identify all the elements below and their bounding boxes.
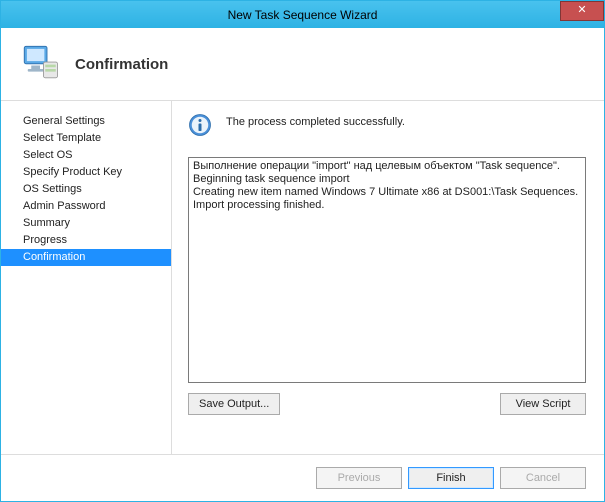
titlebar: New Task Sequence Wizard ✕ [1,0,604,28]
sidebar-item-progress[interactable]: Progress [1,232,171,249]
sidebar-item-select-os[interactable]: Select OS [1,147,171,164]
wizard-window: New Task Sequence Wizard ✕ Confirmation … [0,0,605,502]
page-title: Confirmation [75,56,168,73]
window-title: New Task Sequence Wizard [228,8,378,22]
wizard-content: The process completed successfully. Выпо… [171,101,604,454]
wizard-header: Confirmation [1,28,604,100]
log-output[interactable]: Выполнение операции "import" над целевым… [188,157,586,383]
wizard-steps-sidebar: General Settings Select Template Select … [1,101,171,454]
sidebar-item-confirmation[interactable]: Confirmation [1,249,171,266]
wizard-body: General Settings Select Template Select … [1,100,604,454]
save-output-button[interactable]: Save Output... [188,393,280,415]
sidebar-item-specify-product-key[interactable]: Specify Product Key [1,164,171,181]
previous-button: Previous [316,467,402,489]
wizard-header-icon [19,41,61,88]
close-button[interactable]: ✕ [560,1,604,21]
status-row: The process completed successfully. [188,113,586,137]
view-script-button[interactable]: View Script [500,393,586,415]
cancel-button: Cancel [500,467,586,489]
sidebar-item-admin-password[interactable]: Admin Password [1,198,171,215]
sidebar-item-general-settings[interactable]: General Settings [1,113,171,130]
content-button-row: Save Output... View Script [188,393,586,415]
sidebar-item-select-template[interactable]: Select Template [1,130,171,147]
info-icon [188,113,212,137]
status-message: The process completed successfully. [226,113,405,128]
wizard-footer: Previous Finish Cancel [1,454,604,501]
close-icon: ✕ [577,4,586,16]
sidebar-item-summary[interactable]: Summary [1,215,171,232]
finish-button[interactable]: Finish [408,467,494,489]
sidebar-item-os-settings[interactable]: OS Settings [1,181,171,198]
